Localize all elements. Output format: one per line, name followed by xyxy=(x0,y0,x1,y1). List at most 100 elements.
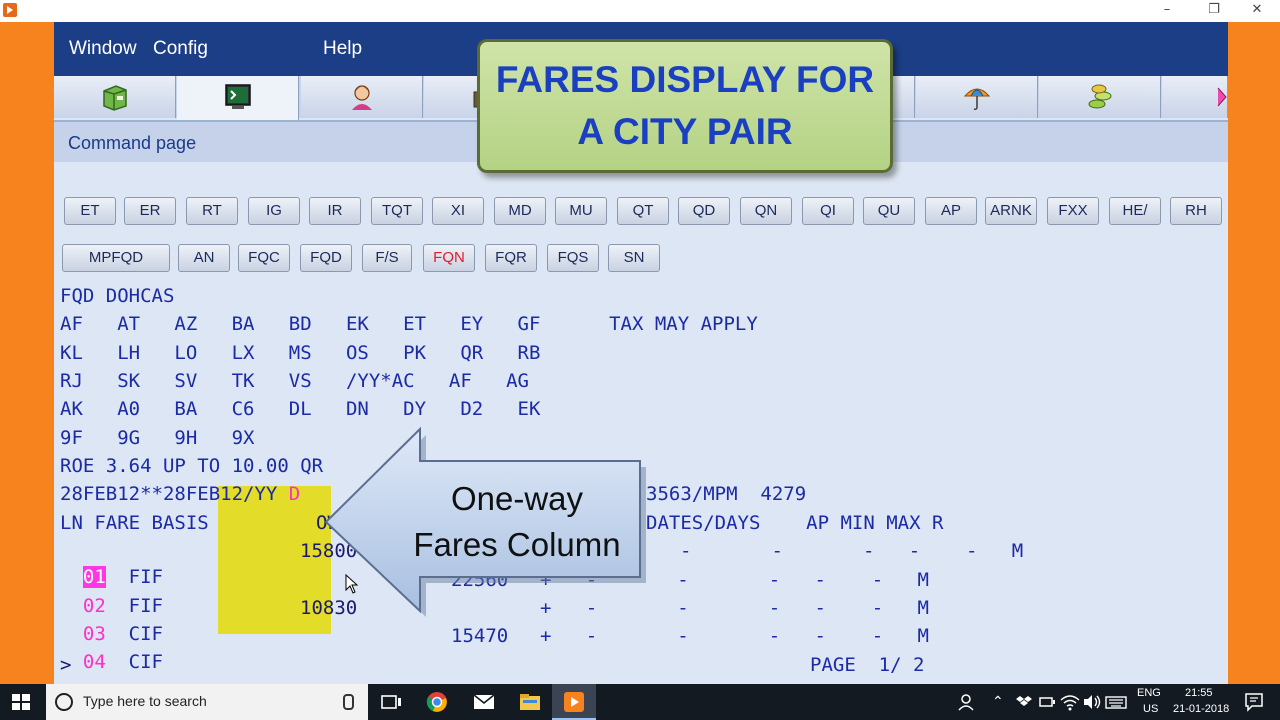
windows-start-icon[interactable] xyxy=(12,694,30,710)
terminal-line-8-c: 3563/MPM 4279 xyxy=(646,483,807,505)
power-icon[interactable] xyxy=(1036,690,1060,714)
cmd-button-et[interactable]: ET xyxy=(64,197,116,225)
language-region[interactable]: US xyxy=(1143,703,1158,715)
cmd-button-fxx[interactable]: FXX xyxy=(1047,197,1099,225)
tab-agent[interactable] xyxy=(301,76,423,118)
partial-icon xyxy=(1217,87,1227,107)
cmd-button-tqt[interactable]: TQT xyxy=(371,197,423,225)
arrow-label-line-2: Fares Column xyxy=(413,526,621,563)
terminal-line-2: AF AT AZ BA BD EK ET EY GF TAX MAY APPLY xyxy=(60,313,758,335)
menu-help[interactable]: Help xyxy=(323,38,362,60)
agent-icon xyxy=(352,85,372,110)
volume-icon[interactable] xyxy=(1080,690,1104,714)
cmd-button-qt[interactable]: QT xyxy=(617,197,669,225)
mouse-cursor-icon xyxy=(345,574,359,594)
cmd-button-fqd[interactable]: FQD xyxy=(300,244,352,272)
terminal-line-5: AK A0 BA C6 DL DN DY D2 EK xyxy=(60,398,541,420)
menu-window[interactable]: Window xyxy=(69,38,137,60)
maximize-button[interactable]: ❐ xyxy=(1191,0,1237,22)
terminal-line-7: ROE 3.64 UP TO 10.00 QR xyxy=(60,455,324,477)
notification-icon[interactable] xyxy=(1242,690,1266,714)
tab-partial[interactable] xyxy=(1162,76,1228,118)
terminal-line-1: FQD DOHCAS xyxy=(60,285,175,307)
page-indicator: PAGE 1/ 2 xyxy=(810,654,925,676)
cmd-button-er[interactable]: ER xyxy=(124,197,176,225)
fare-row-ln: 04 xyxy=(82,651,106,673)
task-view-icon[interactable] xyxy=(379,690,403,714)
coins-icon xyxy=(1088,84,1112,109)
fare-row-flags: - - - - - M xyxy=(680,540,1024,562)
dropbox-icon[interactable] xyxy=(1014,690,1038,714)
title-overlay: FARES DISPLAY FOR A CITY PAIR xyxy=(477,39,893,173)
terminal-line-6: 9F 9G 9H 9X xyxy=(60,427,255,449)
fare-row-rt: 15470 xyxy=(451,625,509,647)
cmd-button-mu[interactable]: MU xyxy=(555,197,607,225)
fare-header-right: DATES/DAYS AP MIN MAX R xyxy=(646,512,944,534)
microphone-icon[interactable] xyxy=(343,694,354,710)
tab-book[interactable] xyxy=(54,76,176,118)
terminal-line-3: KL LH LO LX MS OS PK QR RB xyxy=(60,342,541,364)
background-right xyxy=(1228,22,1280,684)
cmd-button-ir[interactable]: IR xyxy=(309,197,361,225)
chrome-icon[interactable] xyxy=(425,690,449,714)
terminal-line-8: 28FEB12**28FEB12/YY D xyxy=(60,481,300,507)
umbrella-icon xyxy=(963,88,991,111)
terminal-prompt[interactable]: > xyxy=(60,652,71,678)
book-icon xyxy=(103,85,127,111)
background-left xyxy=(0,22,54,684)
tab-umbrella[interactable] xyxy=(916,76,1038,118)
cmd-button-md[interactable]: MD xyxy=(494,197,546,225)
tab-coins[interactable] xyxy=(1039,76,1161,118)
cmd-button-qd[interactable]: QD xyxy=(678,197,730,225)
language-code[interactable]: ENG xyxy=(1137,687,1161,699)
fare-row-basis: CIF xyxy=(128,651,163,673)
active-app-taskbar-button[interactable] xyxy=(552,684,596,720)
arrow-label-line-1: One-way xyxy=(450,480,584,517)
cmd-button-fs[interactable]: F/S xyxy=(362,244,412,272)
fare-row[interactable]: 04 CIF xyxy=(60,623,163,675)
menu-config[interactable]: Config xyxy=(153,38,208,60)
cmd-button-qu[interactable]: QU xyxy=(863,197,915,225)
clock-date[interactable]: 21-01-2018 xyxy=(1173,703,1229,715)
cmd-button-sn[interactable]: SN xyxy=(608,244,660,272)
terminal-icon xyxy=(225,84,251,109)
keyboard-icon[interactable] xyxy=(1104,690,1128,714)
terminal-line-8-b: D xyxy=(288,483,301,505)
taskbar-search-box[interactable]: Type here to search xyxy=(46,684,368,720)
cmd-button-xi[interactable]: XI xyxy=(432,197,484,225)
minimize-button[interactable]: – xyxy=(1144,0,1190,22)
mail-icon[interactable] xyxy=(472,690,496,714)
cmd-button-fqc[interactable]: FQC xyxy=(238,244,290,272)
cmd-button-rh[interactable]: RH xyxy=(1170,197,1222,225)
cmd-button-he[interactable]: HE/ xyxy=(1109,197,1161,225)
tab-terminal[interactable] xyxy=(177,76,299,120)
media-player-icon xyxy=(564,692,584,712)
fare-row-flags: + - - - - - M xyxy=(540,625,929,647)
terminal-line-4: RJ SK SV TK VS /YY*AC AF AG xyxy=(60,370,529,392)
people-icon[interactable] xyxy=(956,690,980,714)
cmd-button-arnk[interactable]: ARNK xyxy=(985,197,1037,225)
cmd-button-rt[interactable]: RT xyxy=(186,197,238,225)
title-bar: – ❐ ✕ xyxy=(0,0,1280,22)
command-page-title: Command page xyxy=(68,133,197,153)
close-button[interactable]: ✕ xyxy=(1234,0,1280,22)
wifi-icon[interactable] xyxy=(1058,690,1082,714)
tray-expand-icon[interactable]: ⌃ xyxy=(992,693,1004,710)
file-explorer-icon[interactable] xyxy=(518,690,542,714)
cmd-button-an[interactable]: AN xyxy=(178,244,230,272)
arrow-label: One-way Fares Column xyxy=(394,476,640,568)
cmd-button-fqs[interactable]: FQS xyxy=(547,244,599,272)
cmd-button-ap[interactable]: AP xyxy=(925,197,977,225)
terminal-line-8-a: 28FEB12**28FEB12/YY xyxy=(60,483,289,505)
fare-header-left: LN FARE BASIS xyxy=(60,512,209,534)
cmd-button-fqr[interactable]: FQR xyxy=(485,244,537,272)
search-placeholder: Type here to search xyxy=(83,693,207,709)
clock-time[interactable]: 21:55 xyxy=(1185,687,1213,699)
title-line-2: A CITY PAIR xyxy=(577,111,793,152)
cmd-button-fqn[interactable]: FQN xyxy=(423,244,475,272)
cmd-button-qi[interactable]: QI xyxy=(802,197,854,225)
cmd-button-qn[interactable]: QN xyxy=(740,197,792,225)
cmd-button-mpfqd[interactable]: MPFQD xyxy=(62,244,170,272)
cmd-button-ig[interactable]: IG xyxy=(248,197,300,225)
app-icon xyxy=(3,3,17,17)
